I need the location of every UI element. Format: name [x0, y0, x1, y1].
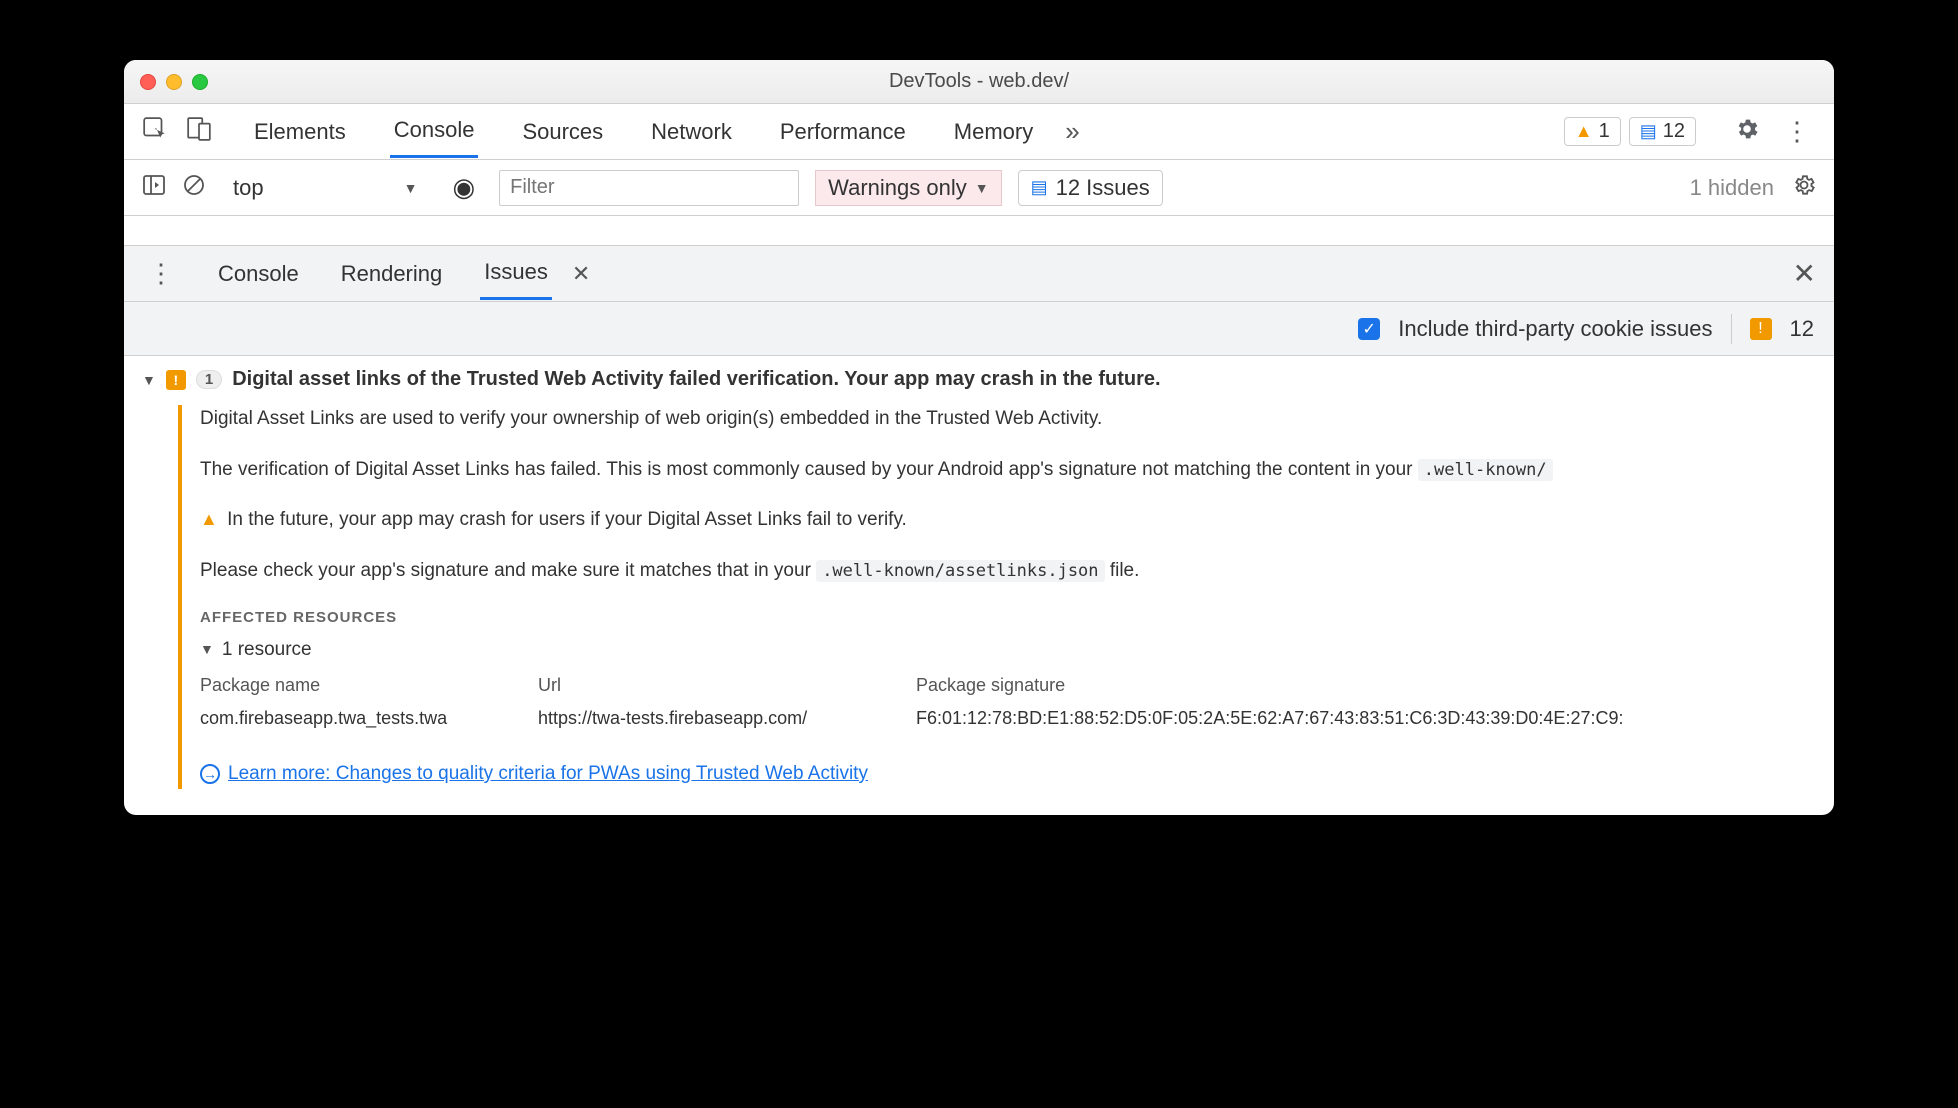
settings-icon[interactable]	[1734, 116, 1760, 148]
inspect-element-icon[interactable]	[142, 116, 168, 148]
issue-text: The verification of Digital Asset Links …	[200, 459, 1418, 480]
resource-summary: 1 resource	[222, 636, 312, 665]
traffic-lights	[140, 74, 208, 90]
col-header-url: Url	[538, 672, 888, 699]
issue-paragraph: Digital Asset Links are used to verify y…	[200, 405, 1816, 434]
warnings-badge[interactable]: ▲ 1	[1564, 117, 1621, 146]
main-toolbar: Elements Console Sources Network Perform…	[124, 104, 1834, 160]
tab-console[interactable]: Console	[390, 105, 479, 158]
minimize-window-button[interactable]	[166, 74, 182, 90]
cell-signature: F6:01:12:78:BD:E1:88:52:D5:0F:05:2A:5E:6…	[916, 705, 1816, 732]
external-link-icon: →	[200, 764, 220, 784]
issue-paragraph: ▲ In the future, your app may crash for …	[200, 506, 1816, 535]
drawer-tab-issues[interactable]: Issues	[480, 247, 552, 300]
expand-icon[interactable]: ▼	[142, 372, 156, 388]
log-level-select[interactable]: Warnings only ▼	[815, 170, 1001, 206]
drawer-tab-rendering[interactable]: Rendering	[337, 249, 447, 299]
console-filter-bar: top ▼ ◉ Warnings only ▼ ▤ 12 Issues 1 hi…	[124, 160, 1834, 216]
drawer-issue-count: 12	[1790, 316, 1814, 342]
close-window-button[interactable]	[140, 74, 156, 90]
include-third-party-label: Include third-party cookie issues	[1398, 316, 1712, 342]
zoom-window-button[interactable]	[192, 74, 208, 90]
execution-context-select[interactable]: top ▼	[222, 170, 428, 206]
warning-icon: ▲	[200, 509, 218, 529]
table-row: com.firebaseapp.twa_tests.twa https://tw…	[200, 705, 1816, 732]
more-options-icon[interactable]: ⋮	[1778, 116, 1816, 147]
tab-memory[interactable]: Memory	[950, 107, 1037, 157]
chevron-down-icon: ▼	[975, 180, 989, 196]
devtools-window: DevTools - web.dev/ Elements Console Sou…	[124, 60, 1834, 815]
drawer-menu-icon[interactable]: ⋮	[142, 258, 180, 289]
issue-count: 12	[1663, 120, 1685, 143]
expand-icon[interactable]: ▼	[200, 639, 214, 660]
live-expression-icon[interactable]: ◉	[444, 172, 483, 203]
tab-performance[interactable]: Performance	[776, 107, 910, 157]
learn-more-row: → Learn more: Changes to quality criteri…	[200, 760, 1816, 789]
resource-summary-row[interactable]: ▼ 1 resource	[200, 636, 1816, 665]
include-third-party-checkbox[interactable]: ✓	[1358, 318, 1380, 340]
code-path: .well-known/assetlinks.json	[816, 560, 1104, 582]
issues-badge[interactable]: ▤ 12	[1629, 117, 1696, 146]
issue-text: In the future, your app may crash for us…	[227, 509, 907, 530]
affected-resources-table: Package name Url Package signature com.f…	[200, 672, 1816, 732]
console-settings-icon[interactable]	[1792, 173, 1816, 203]
learn-more-link[interactable]: Learn more: Changes to quality criteria …	[228, 760, 868, 789]
tab-sources[interactable]: Sources	[518, 107, 607, 157]
drawer-tabs: ⋮ Console Rendering Issues ✕ ✕	[124, 246, 1834, 302]
device-toolbar-icon[interactable]	[186, 116, 212, 148]
issue-body: Digital Asset Links are used to verify y…	[178, 405, 1816, 789]
tab-elements[interactable]: Elements	[250, 107, 350, 157]
issue-paragraph: The verification of Digital Asset Links …	[200, 456, 1816, 485]
window-titlebar: DevTools - web.dev/	[124, 60, 1834, 104]
code-path: .well-known/	[1418, 459, 1553, 481]
more-tabs-icon[interactable]: »	[1055, 116, 1089, 147]
log-level-label: Warnings only	[828, 175, 967, 201]
context-label: top	[233, 175, 264, 201]
issue-header[interactable]: ▼ ! 1 Digital asset links of the Trusted…	[142, 368, 1816, 391]
issue-text: file.	[1110, 560, 1140, 581]
issue-text: Please check your app's signature and ma…	[200, 560, 816, 581]
issue-paragraph: Please check your app's signature and ma…	[200, 557, 1816, 586]
warning-count: 1	[1599, 120, 1610, 143]
drawer-tab-console[interactable]: Console	[214, 249, 303, 299]
chevron-down-icon: ▼	[404, 180, 418, 196]
issues-toolbar: ✓ Include third-party cookie issues ! 12	[124, 302, 1834, 356]
console-sidebar-toggle-icon[interactable]	[142, 173, 166, 203]
separator	[1731, 314, 1732, 344]
issue-title: Digital asset links of the Trusted Web A…	[232, 368, 1160, 391]
warning-badge-icon: !	[166, 370, 186, 390]
cell-url: https://twa-tests.firebaseapp.com/	[538, 705, 888, 732]
panel-tabs: Elements Console Sources Network Perform…	[250, 105, 1037, 158]
close-tab-icon[interactable]: ✕	[572, 261, 590, 287]
message-icon: ▤	[1031, 177, 1048, 198]
warning-icon: ▲	[1575, 121, 1593, 142]
issues-pane: ▼ ! 1 Digital asset links of the Trusted…	[124, 356, 1834, 815]
message-icon: ▤	[1640, 121, 1657, 142]
cell-package: com.firebaseapp.twa_tests.twa	[200, 705, 510, 732]
close-drawer-icon[interactable]: ✕	[1793, 257, 1816, 290]
clear-console-icon[interactable]	[182, 173, 206, 203]
issues-button-label: 12 Issues	[1056, 175, 1150, 201]
hidden-messages-label[interactable]: 1 hidden	[1690, 175, 1774, 201]
open-issues-button[interactable]: ▤ 12 Issues	[1018, 170, 1163, 206]
console-output-area	[124, 216, 1834, 246]
window-title: DevTools - web.dev/	[124, 70, 1834, 93]
col-header-package: Package name	[200, 672, 510, 699]
col-header-signature: Package signature	[916, 672, 1816, 699]
filter-input[interactable]	[499, 170, 799, 206]
issue-count-pill: 1	[196, 370, 222, 389]
tab-network[interactable]: Network	[647, 107, 736, 157]
issue-indicator-icon: !	[1750, 318, 1772, 340]
affected-resources-header: Affected Resources	[200, 607, 1816, 630]
